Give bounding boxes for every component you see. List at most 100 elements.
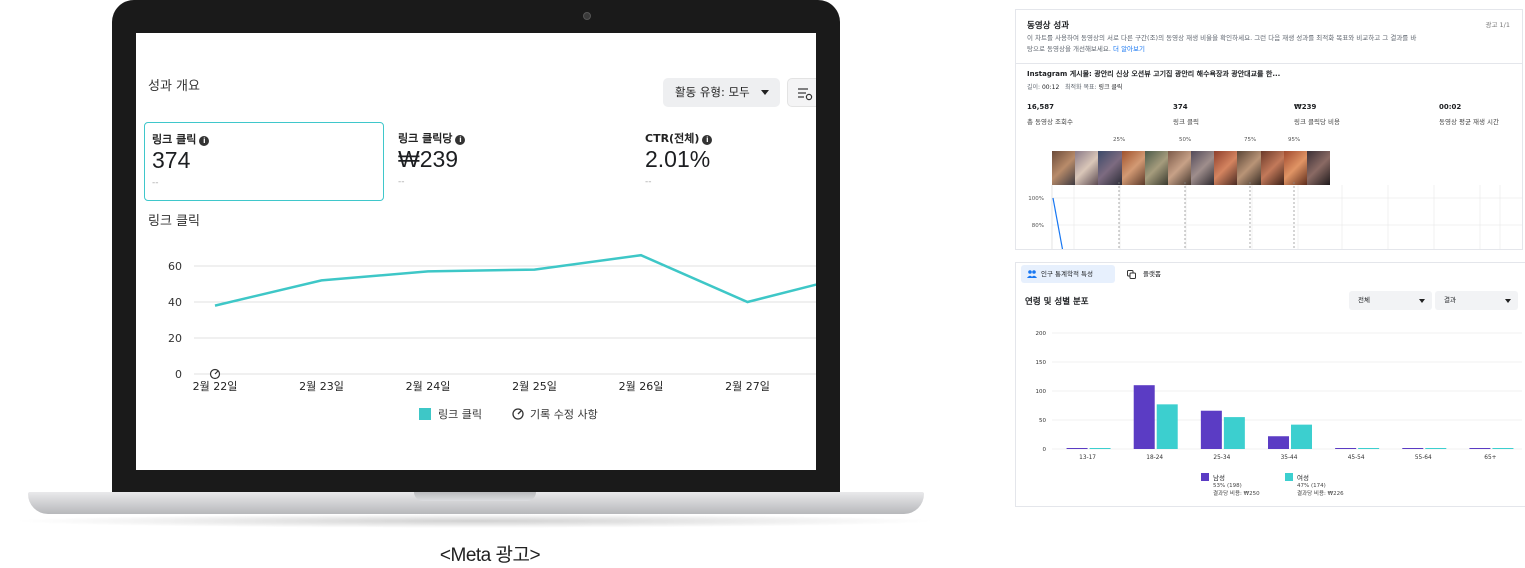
metric-ctr[interactable]: CTR(전체) i 2.01% -- <box>638 122 816 201</box>
bar <box>1335 448 1357 449</box>
y-tick-label: 0 <box>175 368 182 381</box>
stat-value: 00:02 <box>1439 103 1462 111</box>
tab-platform[interactable]: 플랫폼 <box>1127 265 1161 283</box>
y-tick-label: 20 <box>168 332 182 345</box>
metric-cost-per-click[interactable]: 링크 클릭당 i ₩239 -- <box>391 122 631 201</box>
video-performance-panel: 동영상 성과 광고 1/1 이 차트를 사용하여 동영상의 서로 다른 구간(조… <box>1015 9 1523 250</box>
x-tick-label: 45-54 <box>1348 455 1365 461</box>
activity-type-label: 활동 유형: 모두 <box>675 85 750 99</box>
marker-label: 25% <box>1113 137 1126 143</box>
bar <box>1066 448 1088 449</box>
metric-link-clicks[interactable]: 링크 클릭 i 374 -- <box>144 122 384 201</box>
bar <box>1492 448 1514 449</box>
metric-value: 2.01% <box>645 146 711 172</box>
bar <box>1469 448 1491 449</box>
people-icon <box>1027 270 1037 278</box>
chart-title: 링크 클릭 <box>148 214 200 229</box>
bar <box>1156 404 1178 449</box>
x-tick-label: 2월 25일 <box>512 379 557 393</box>
retention-line <box>1052 197 1064 249</box>
y-tick-label: 150 <box>1036 360 1047 366</box>
legend-detail: 결과당 비용: ₩250 <box>1213 491 1260 497</box>
x-tick-label: 13-17 <box>1079 455 1096 461</box>
y-tick-label: 40 <box>168 296 182 309</box>
metric-label-text: 링크 클릭당 <box>398 132 453 145</box>
info-icon[interactable]: i <box>702 135 713 145</box>
legend-female: 여성 47% (174) 결과당 비용: ₩226 <box>1285 472 1344 498</box>
stat-label: 링크 클릭 <box>1173 118 1199 126</box>
demographics-panel: 인구 통계학적 특성 플랫폼 연령 및 성별 분포 전체 결과 0 50 100 15… <box>1015 262 1525 507</box>
bar <box>1268 436 1289 449</box>
metric-label: CTR(전체) i <box>645 130 713 146</box>
legend-label: 기록 수정 사항 <box>530 408 598 421</box>
legend-label: 여성 <box>1297 474 1309 482</box>
age-gender-bar-chart: 0 50 100 150 200 13-17 18-24 25-34 35-44 45-54 55-… <box>1036 331 1522 461</box>
y-tick-label: 100% <box>1028 196 1044 202</box>
legend-swatch <box>419 408 431 420</box>
video-retention-chart: 100% 80% 60% <box>1028 180 1522 249</box>
bar <box>1223 417 1245 449</box>
metric-comparison: -- <box>398 177 405 187</box>
post-title[interactable]: Instagram 게시물: 광안리 신상 오션뷰 고기집 광안리 해수욕장과 … <box>1027 69 1280 79</box>
audience-dropdown[interactable]: 전체 <box>1349 291 1432 310</box>
stat-label: 동영상 평균 재생 시간 <box>1439 118 1500 126</box>
learn-more-link[interactable]: 더 알아보기 <box>1113 45 1145 53</box>
column-settings-button[interactable] <box>787 78 816 107</box>
stat-clicks: 374 링크 클릭 <box>1173 103 1199 126</box>
laptop-notch <box>414 492 536 501</box>
section-title: 연령 및 성별 분포 <box>1025 297 1089 307</box>
stat-label: 링크 클릭당 비용 <box>1294 118 1340 126</box>
marker-label: 75% <box>1244 137 1257 143</box>
x-tick-label: 25-34 <box>1213 455 1230 461</box>
metric-label-text: CTR(전체) <box>645 132 700 145</box>
length-value: 00:12 <box>1041 84 1060 91</box>
metric-comparison: -- <box>645 177 652 187</box>
x-tick-label: 35-44 <box>1281 455 1298 461</box>
legend-swatch <box>1201 473 1209 481</box>
metric-dropdown[interactable]: 결과 <box>1435 291 1518 310</box>
ad-pager[interactable]: 광고 1/1 <box>1486 19 1511 29</box>
info-icon[interactable]: i <box>199 136 210 146</box>
legend-swatch <box>1285 473 1293 481</box>
panel-title: 동영상 성과 <box>1027 21 1070 31</box>
caret-down-icon <box>761 90 769 95</box>
metric-label: 링크 클릭당 i <box>398 130 466 146</box>
y-tick-label: 80% <box>1032 223 1044 229</box>
x-tick-label: 2월 26일 <box>619 379 664 393</box>
marker-label: 50% <box>1179 137 1192 143</box>
caret-down-icon <box>1505 299 1511 303</box>
dropdown-value: 결과 <box>1444 296 1456 304</box>
laptop-screen: 성과 개요 활동 유형: 모두 링크 클릭 i 374 -- 링크 클릭당 i ₩2… <box>136 33 816 470</box>
dropdown-value: 전체 <box>1358 296 1370 304</box>
metric-comparison: -- <box>152 178 159 188</box>
stat-views: 16,587 총 동영상 조회수 <box>1027 103 1073 126</box>
edit-history-icon <box>209 368 221 380</box>
legend-detail: 47% (174) <box>1297 483 1326 489</box>
marker-label: 95% <box>1288 137 1301 143</box>
bar <box>1425 448 1447 449</box>
stat-cpc: ₩239 링크 클릭당 비용 <box>1294 103 1340 126</box>
stat-label: 총 동영상 조회수 <box>1027 118 1073 126</box>
stat-value: 16,587 <box>1027 103 1055 111</box>
x-tick-label: 18-24 <box>1146 455 1163 461</box>
x-tick-label: 2월 23일 <box>299 379 344 393</box>
history-legend-icon <box>512 408 524 420</box>
info-icon[interactable]: i <box>455 135 466 145</box>
bar <box>1402 448 1424 449</box>
legend-label: 남성 <box>1213 474 1225 482</box>
y-tick-label: 50 <box>1039 418 1046 424</box>
goal-value: 링크 클릭 <box>1098 84 1123 91</box>
metric-value: ₩239 <box>398 146 459 172</box>
camera-icon <box>583 12 591 20</box>
length-label: 길이: <box>1027 84 1041 91</box>
x-tick-label: 2월 22일 <box>193 379 238 393</box>
y-tick-label: 100 <box>1036 389 1047 395</box>
x-tick-label: 65+ <box>1484 455 1496 461</box>
tab-demographics[interactable]: 인구 통계학적 특성 <box>1021 265 1115 283</box>
legend-label: 링크 클릭 <box>438 408 482 421</box>
activity-type-dropdown[interactable]: 활동 유형: 모두 <box>663 78 780 107</box>
x-tick-label: 2월 27일 <box>725 379 770 393</box>
goal-label: 최적화 목표: <box>1065 84 1097 91</box>
stat-avg-watch: 00:02 동영상 평균 재생 시간 <box>1439 103 1499 126</box>
tab-label: 플랫폼 <box>1143 270 1161 278</box>
